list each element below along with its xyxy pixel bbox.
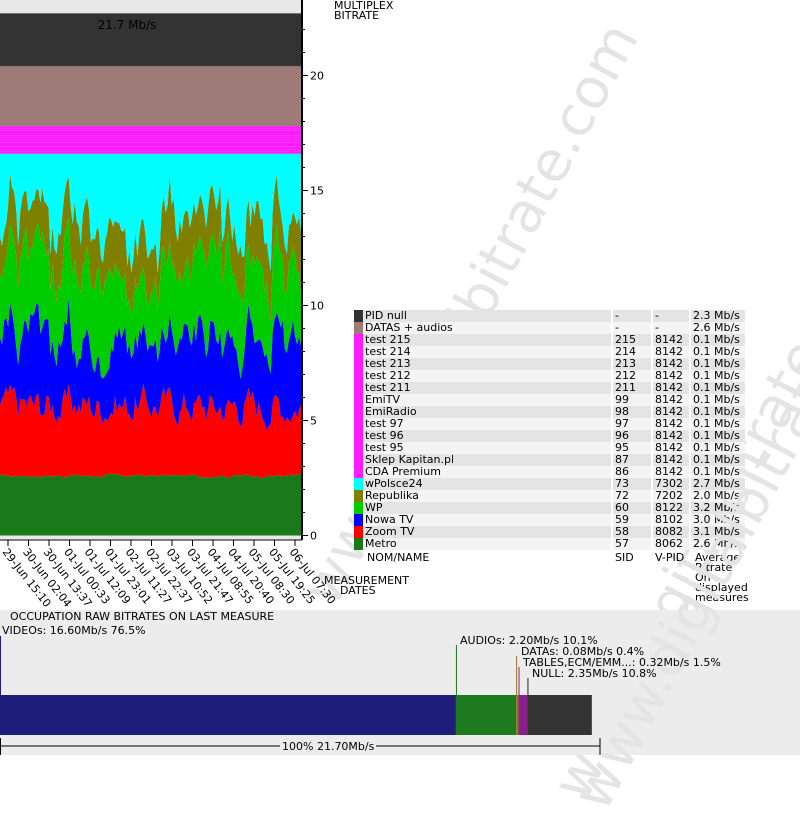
x-axis: 29-Jun 15:1030-Jun 02:0430-Jun 13:3701-J…	[0, 539, 338, 610]
legend-header-name: NOM/NAME	[367, 551, 430, 564]
y-tick-label: 10	[310, 300, 324, 313]
legend-swatch	[354, 406, 363, 418]
area-test-213	[0, 130, 301, 133]
y-tick-label: 5	[310, 415, 317, 428]
y-tick-label: 0	[310, 530, 317, 543]
multiplex-bitrate-label: MULTIPLEX BITRATE	[334, 0, 393, 22]
occupation-bar-tables	[518, 695, 528, 735]
area-test-96	[0, 144, 301, 147]
area-datas-audios	[0, 66, 301, 127]
legend-swatch	[354, 322, 363, 334]
area-test-214	[0, 128, 301, 131]
legend-bitrate: 2.6 Mb/s	[693, 537, 740, 550]
legend-swatch	[354, 430, 363, 442]
y-tick-label: 20	[310, 70, 324, 83]
legend-name: Republika	[363, 490, 613, 502]
occupation-panel: www.digitalbitrate.com OCCUPATION RAW BI…	[0, 218, 800, 821]
legend-swatch	[354, 538, 363, 550]
legend-header-avg-3: On displayed	[695, 571, 748, 594]
legend-swatch	[354, 526, 363, 538]
legend-vpid: 8062	[652, 538, 691, 550]
legend-swatch	[354, 310, 363, 322]
area-test-211	[0, 135, 301, 138]
occupation-bar-videos	[0, 695, 456, 735]
legend-name: test 211	[363, 382, 613, 394]
legend-swatch	[354, 394, 363, 406]
legend-swatch	[354, 502, 363, 514]
legend-row: Zoom TV 58 8082 3.1 Mb/s	[354, 526, 745, 538]
legend-row: DATAS + audios - -2.6 Mb/s	[354, 322, 745, 334]
legend-swatch	[354, 454, 363, 466]
y-tick-label: 15	[310, 185, 324, 198]
area-cda-premium	[0, 151, 301, 154]
occupation-total: 100% 21.70Mb/s	[280, 740, 377, 753]
legend-name: Metro	[363, 538, 613, 550]
legend-header-avg-4: measures	[695, 591, 749, 604]
legend-row: Republika 72 7202 2.0 Mb/s	[354, 490, 745, 502]
legend-swatch	[354, 382, 363, 394]
area-sklep-kapitan-pl	[0, 149, 301, 152]
occupation-bar-null	[527, 695, 592, 735]
legend-swatch	[354, 418, 363, 430]
legend-sid: 57	[612, 538, 653, 550]
legend-row: test 97 97 8142 0.1 Mb/s	[354, 418, 745, 430]
legend-name: Zoom TV	[363, 526, 613, 538]
legend-row: test 213 213 8142 0.1 Mb/s	[354, 358, 745, 370]
y-axis: 0 5 10 15 20	[301, 0, 324, 543]
legend-row: test 215 215 8142 0.1 Mb/s	[354, 334, 745, 346]
legend-swatch	[354, 490, 363, 502]
series-areas	[0, 13, 301, 536]
area-metro	[0, 473, 301, 536]
chart-title: 21.7 Mb/s	[98, 18, 157, 32]
occupation-bar-audios	[455, 695, 517, 735]
area-emiradio	[0, 139, 301, 143]
legend-row: test 96 96 8142 0.1 Mb/s	[354, 430, 745, 442]
legend-swatch	[354, 370, 363, 382]
legend-row: EmiRadio 98 8142 0.1 Mb/s	[354, 406, 745, 418]
chart-area: www.digitalbitrate.com www.digitalbitrat…	[0, 0, 800, 811]
legend-row: test 212 212 8142 0.1 Mb/s	[354, 370, 745, 382]
legend-row: test 214 214 8142 0.1 Mb/s	[354, 346, 745, 358]
legend-header-vpid: V-PID	[655, 551, 685, 564]
legend-header-avg: Average Bitrate On displayed measures	[695, 552, 750, 604]
legend-table: PID null - -2.3 Mb/s DATAS + audios - -2.6 Mb…	[354, 310, 745, 550]
legend: PID null - -2.3 Mb/s DATAS + audios - -2.6 Mb…	[354, 310, 750, 604]
legend-swatch	[354, 442, 363, 454]
area-test-95	[0, 146, 301, 150]
multiplex-label-line2: BITRATE	[334, 9, 380, 22]
legend-header-sid: SID	[615, 551, 634, 564]
legend-swatch	[354, 358, 363, 370]
area-test-212	[0, 133, 301, 136]
area-test-215	[0, 126, 301, 129]
legend-swatch	[354, 514, 363, 526]
legend-swatch	[354, 478, 363, 490]
legend-swatch	[354, 466, 363, 478]
occupation-bar-chart	[0, 636, 601, 755]
area-test-97	[0, 142, 301, 145]
legend-header: NOM/NAME SID V-PID Average Bitrate On di…	[354, 550, 750, 604]
legend-row: Metro 57 8062 2.6 Mb/s	[354, 538, 745, 550]
legend-swatch	[354, 346, 363, 358]
area-emitv	[0, 137, 301, 140]
legend-swatch	[354, 334, 363, 346]
legend-row: test 211 211 8142 0.1 Mb/s	[354, 382, 745, 394]
occupation-bar-datas	[516, 695, 519, 735]
